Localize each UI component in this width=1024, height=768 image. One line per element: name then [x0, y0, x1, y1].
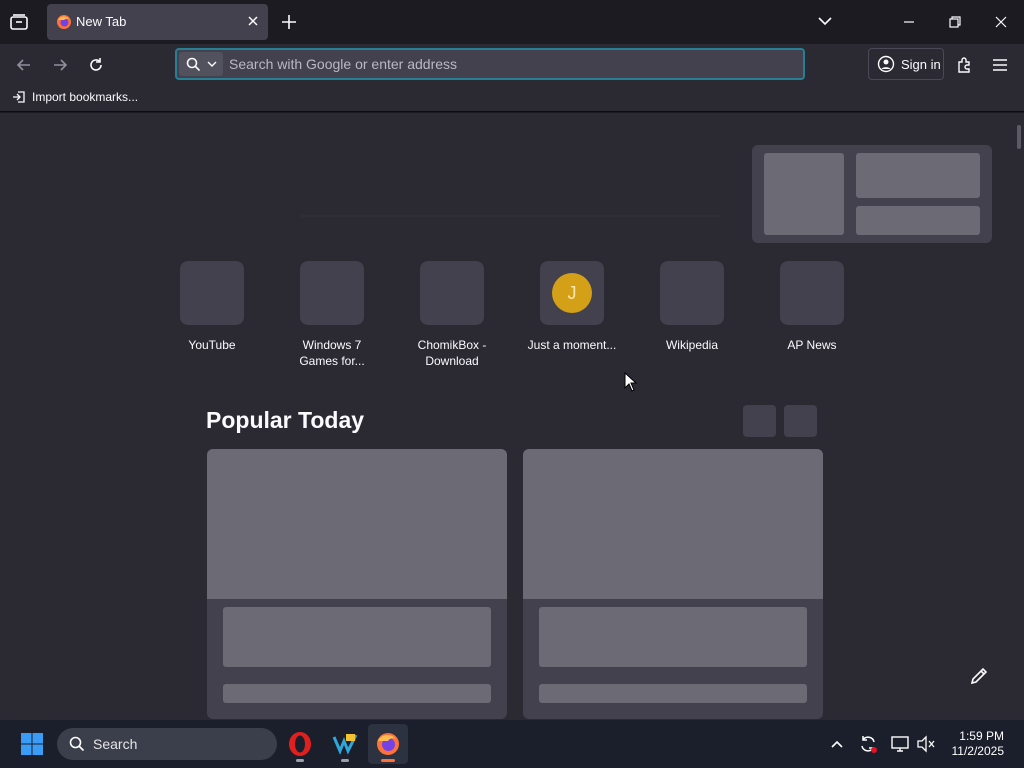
- site-tile: [420, 261, 484, 325]
- taskbar-search-label: Search: [93, 736, 138, 752]
- scrollbar[interactable]: [1014, 113, 1024, 720]
- site-label: Wikipedia: [665, 338, 719, 352]
- restore-button[interactable]: [932, 0, 978, 44]
- running-indicator: [341, 759, 349, 762]
- weather-widget-placeholder[interactable]: [752, 145, 992, 243]
- search-engine-button[interactable]: [179, 52, 223, 76]
- previous-page-button[interactable]: [743, 405, 776, 437]
- next-page-button[interactable]: [784, 405, 817, 437]
- card-text-placeholder: [223, 684, 491, 703]
- site-tile: [660, 261, 724, 325]
- minimize-button[interactable]: [886, 0, 932, 44]
- windows-start-icon[interactable]: [12, 724, 52, 764]
- close-tab-icon[interactable]: [246, 14, 260, 28]
- top-site-just-a-moment[interactable]: J Just a moment...: [517, 261, 627, 353]
- site-label: YouTube: [188, 338, 236, 352]
- taskbar-search-box[interactable]: Search: [57, 728, 277, 760]
- volume-muted-icon[interactable]: [914, 732, 938, 756]
- story-card-placeholder[interactable]: [207, 449, 507, 719]
- import-bookmarks-button[interactable]: Import bookmarks...: [12, 90, 138, 104]
- navigation-toolbar: Sign in: [0, 44, 1024, 86]
- forward-button[interactable]: [46, 51, 74, 79]
- firefox-taskbar-icon[interactable]: [368, 724, 408, 764]
- opera-icon[interactable]: [280, 724, 320, 764]
- chevron-down-icon: [207, 60, 217, 68]
- address-bar[interactable]: [175, 48, 805, 80]
- top-site-chomikbox[interactable]: ChomikBox - Download: [397, 261, 507, 369]
- top-site-wikipedia[interactable]: Wikipedia: [637, 261, 747, 353]
- search-icon: [69, 736, 85, 752]
- site-label: ChomikBox - Download: [417, 338, 487, 368]
- clock-time: 1:59 PM: [959, 729, 1004, 743]
- site-label: Windows 7 Games for...: [299, 338, 365, 368]
- close-window-button[interactable]: [978, 0, 1024, 44]
- search-icon: [186, 57, 201, 72]
- network-display-icon[interactable]: [888, 732, 912, 756]
- list-tabs-chevron-icon[interactable]: [816, 14, 834, 28]
- system-clock[interactable]: 1:59 PM 11/2/2025: [952, 729, 1005, 759]
- tab-title: New Tab: [76, 14, 127, 29]
- card-image-placeholder: [523, 449, 823, 599]
- weather-placeholder-block: [856, 206, 980, 235]
- bookmarks-toolbar: Import bookmarks...: [0, 86, 1024, 112]
- site-tile: [180, 261, 244, 325]
- new-tab-page: YouTube Windows 7 Games for... ChomikBox…: [0, 113, 1024, 720]
- firefox-icon: [56, 14, 72, 30]
- letter-avatar-icon: J: [552, 273, 592, 313]
- top-site-youtube[interactable]: YouTube: [157, 261, 267, 353]
- clock-date: 11/2/2025: [951, 744, 1005, 758]
- story-card-placeholder[interactable]: [523, 449, 823, 719]
- scrollbar-thumb[interactable]: [1017, 125, 1021, 149]
- reload-button[interactable]: [82, 51, 110, 79]
- back-button[interactable]: [10, 51, 38, 79]
- app-icon[interactable]: [325, 724, 365, 764]
- show-hidden-icons-chevron-icon[interactable]: [825, 732, 849, 756]
- app-menu-icon[interactable]: [986, 51, 1014, 79]
- popular-today-heading: Popular Today: [206, 407, 365, 433]
- taskbar: Search 1:59 PM 11/2/2025: [0, 720, 1024, 768]
- tab-overview-icon[interactable]: [8, 12, 30, 32]
- url-input[interactable]: [229, 51, 789, 77]
- import-icon: [12, 90, 26, 104]
- weather-placeholder-block: [856, 153, 980, 198]
- site-tile: [780, 261, 844, 325]
- new-tab-plus-icon[interactable]: [280, 13, 298, 31]
- site-tile: J: [540, 261, 604, 325]
- card-image-placeholder: [207, 449, 507, 599]
- divider: [300, 215, 720, 217]
- site-label: Just a moment...: [527, 338, 617, 352]
- title-bar: New Tab: [0, 0, 1024, 44]
- mouse-pointer-icon: [624, 372, 638, 392]
- running-indicator: [296, 759, 304, 762]
- sign-in-label: Sign in: [901, 56, 941, 72]
- account-icon: [877, 55, 895, 73]
- extensions-icon[interactable]: [950, 51, 978, 79]
- sign-in-button[interactable]: Sign in: [868, 48, 944, 80]
- site-label: AP News: [787, 338, 837, 352]
- weather-placeholder-block: [764, 153, 844, 235]
- top-site-windows7games[interactable]: Windows 7 Games for...: [277, 261, 387, 369]
- top-site-ap-news[interactable]: AP News: [757, 261, 867, 353]
- tab-new-tab[interactable]: New Tab: [47, 4, 268, 40]
- import-bookmarks-label: Import bookmarks...: [32, 90, 139, 104]
- customize-pencil-icon[interactable]: [962, 659, 996, 693]
- card-text-placeholder: [223, 607, 491, 667]
- card-text-placeholder: [539, 684, 807, 703]
- running-indicator: [381, 759, 395, 762]
- sync-icon[interactable]: [856, 732, 880, 756]
- card-text-placeholder: [539, 607, 807, 667]
- site-tile: [300, 261, 364, 325]
